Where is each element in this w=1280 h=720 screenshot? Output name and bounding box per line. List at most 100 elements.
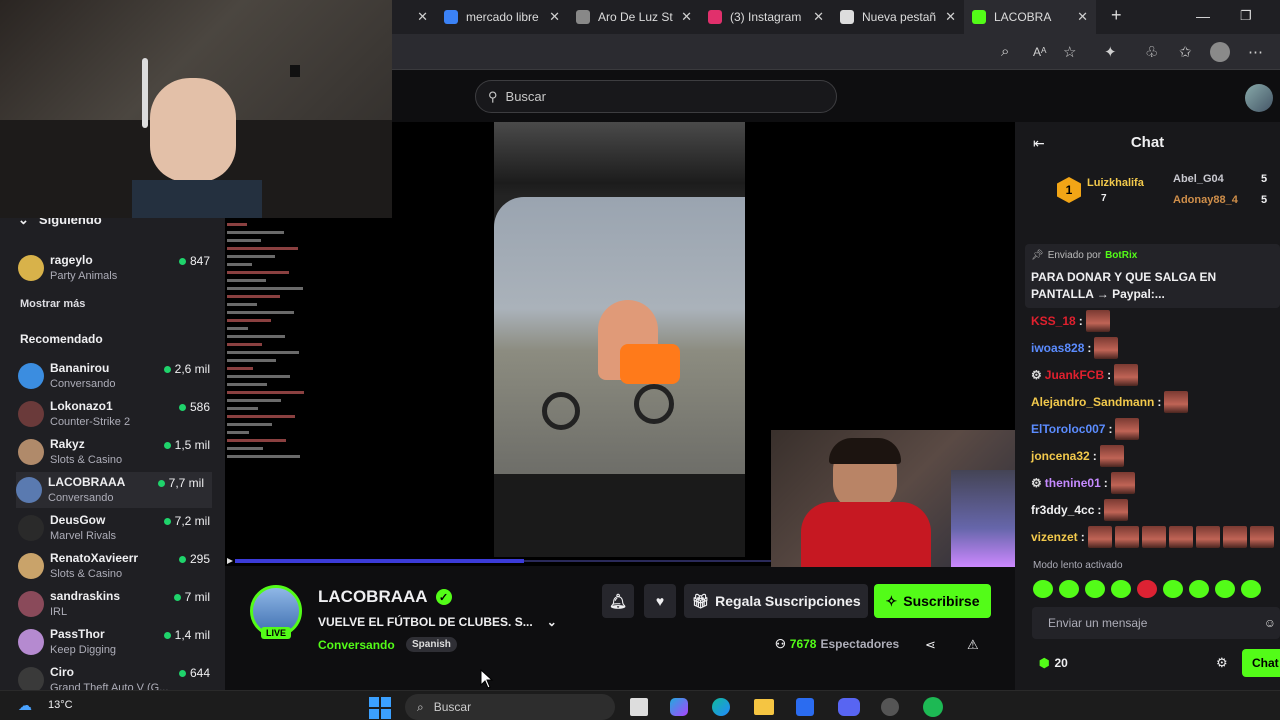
profile-avatar[interactable] xyxy=(1210,42,1230,62)
store-icon[interactable] xyxy=(796,698,814,716)
taskbar-search[interactable]: ⌕ Buscar xyxy=(405,694,615,720)
chat-username[interactable]: iwoas828 xyxy=(1031,341,1084,355)
favorite-star-icon[interactable]: ☆ xyxy=(1063,43,1076,61)
close-tab-icon[interactable]: ✕ xyxy=(549,9,560,25)
extensions-icon[interactable]: ✦ xyxy=(1104,43,1117,61)
follow-button[interactable]: ♥ xyxy=(644,584,676,618)
new-tab-icon[interactable]: + xyxy=(1111,5,1122,26)
language-tag[interactable]: Spanish xyxy=(406,637,457,652)
third-gifter-name[interactable]: Adonay88_4 xyxy=(1173,194,1238,206)
restore-icon[interactable]: ❐ xyxy=(1240,8,1252,24)
browser-tab[interactable]: Aro De Luz Str ✕ xyxy=(568,0,700,34)
copilot-icon[interactable]: ♧ xyxy=(1145,43,1158,61)
live-dot-icon xyxy=(157,479,165,487)
weather-icon[interactable]: ☁ xyxy=(18,697,32,714)
sidebar-channel[interactable]: sandraskins IRL 7 mil xyxy=(18,586,218,622)
chat-username[interactable]: fr3ddy_4cc xyxy=(1031,503,1094,517)
sidebar-channel[interactable]: LACOBRAAA Conversando 7,7 mil xyxy=(16,472,212,508)
browser-tab[interactable]: (3) Instagram ✕ xyxy=(700,0,832,34)
favorites-icon[interactable]: ✩ xyxy=(1179,43,1192,61)
send-chat-button[interactable]: Chat xyxy=(1242,649,1280,677)
pinned-label: Enviado por xyxy=(1047,250,1102,261)
discord-icon[interactable] xyxy=(838,698,860,716)
file-explorer-icon[interactable] xyxy=(754,699,774,715)
read-aloud-icon[interactable]: Aᴬ xyxy=(1033,45,1046,59)
browser-tab[interactable]: Nueva pestañ ✕ xyxy=(832,0,964,34)
start-menu-icon[interactable] xyxy=(369,697,391,719)
spotify-icon[interactable] xyxy=(923,697,943,717)
chat-username[interactable]: joncena32 xyxy=(1031,449,1090,463)
overlay-chat-line xyxy=(227,287,303,290)
task-view-icon[interactable] xyxy=(630,698,648,716)
chat-username[interactable]: vizenzet xyxy=(1031,530,1078,544)
browser-tab[interactable]: mercado libre ✕ xyxy=(436,0,568,34)
tab-favicon-icon xyxy=(972,10,986,24)
browser-tab[interactable]: ✕ xyxy=(392,0,436,34)
sidebar-channel[interactable]: RenatoXavieerr Slots & Casino 295 xyxy=(18,548,218,584)
overlay-chat-line xyxy=(227,335,285,338)
gift-subs-button[interactable]: 🎁︎ Regala Suscripciones xyxy=(684,584,868,618)
chat-username[interactable]: JuankFCB xyxy=(1045,368,1104,382)
subscribe-button[interactable]: ✧ Suscribirse xyxy=(874,584,991,618)
close-tab-icon[interactable]: ✕ xyxy=(681,9,692,25)
report-icon[interactable]: ⚠ xyxy=(967,637,979,653)
second-gifter-name[interactable]: Abel_G04 xyxy=(1173,173,1224,185)
sidebar-channel[interactable]: DeusGow Marvel Rivals 7,2 mil xyxy=(18,510,218,546)
sidebar-channel[interactable]: PassThor Keep Digging 1,4 mil xyxy=(18,624,218,660)
zoom-icon[interactable]: ⌕ xyxy=(1001,43,1009,60)
close-tab-icon[interactable]: ✕ xyxy=(813,9,824,25)
emote[interactable] xyxy=(1085,580,1105,598)
emote[interactable] xyxy=(1215,580,1235,598)
chat-input[interactable]: Enviar un mensaje ☺ xyxy=(1032,607,1280,639)
live-dot-icon xyxy=(163,517,171,525)
sidebar-channel[interactable]: Lokonazo1 Counter-Strike 2 586 xyxy=(18,396,218,432)
chat-message: ⚙ thenine01: xyxy=(1031,472,1135,494)
top-gifter-count: 7 xyxy=(1101,193,1107,204)
channel-name[interactable]: LACOBRAAA xyxy=(318,587,428,607)
close-tab-icon[interactable]: ✕ xyxy=(945,9,956,25)
emote[interactable] xyxy=(1033,580,1053,598)
emote[interactable] xyxy=(1111,580,1131,598)
share-icon[interactable]: ⋖ xyxy=(925,637,936,653)
more-icon[interactable]: ⋯ xyxy=(1248,43,1263,61)
show-more-link[interactable]: Mostrar más xyxy=(20,298,85,310)
minimize-icon[interactable]: — xyxy=(1196,8,1210,24)
emote[interactable] xyxy=(1137,580,1157,598)
edge-icon[interactable] xyxy=(712,698,730,716)
chevron-down-icon[interactable]: ⌄ xyxy=(547,615,557,629)
channel-avatar xyxy=(18,553,44,579)
sidebar-channel[interactable]: Bananirou Conversando 2,6 mil xyxy=(18,358,218,394)
emote[interactable] xyxy=(1163,580,1183,598)
copilot-taskbar-icon[interactable] xyxy=(670,698,688,716)
close-tab-icon[interactable]: ✕ xyxy=(417,9,428,25)
chat-username[interactable]: ElToroloc007 xyxy=(1031,422,1105,436)
overlay-chat-line xyxy=(227,303,257,306)
notification-bell-button[interactable]: 🔔︎ xyxy=(602,584,634,618)
weather-temp[interactable]: 13°C xyxy=(48,699,73,711)
live-dot-icon xyxy=(178,669,186,677)
video-progress[interactable] xyxy=(225,557,771,565)
emote[interactable] xyxy=(1189,580,1209,598)
play-icon xyxy=(227,558,233,564)
channel-points[interactable]: ⬢ 20 xyxy=(1039,656,1068,670)
search-bar[interactable]: ⚲ Buscar xyxy=(475,80,837,113)
chat-emote xyxy=(1168,526,1193,548)
emote[interactable] xyxy=(1241,580,1261,598)
browser-tab[interactable]: LACOBRA ✕ xyxy=(964,0,1096,34)
sidebar-channel[interactable]: Rakyz Slots & Casino 1,5 mil xyxy=(18,434,218,470)
emote[interactable] xyxy=(1059,580,1079,598)
obs-icon[interactable] xyxy=(881,698,899,716)
overlay-chat-line xyxy=(227,431,249,434)
stream-category[interactable]: Conversando xyxy=(318,638,395,652)
pinned-message[interactable]: 📌︎ Enviado por BotRix PARA DONAR Y QUE S… xyxy=(1025,244,1280,308)
close-tab-icon[interactable]: ✕ xyxy=(1077,9,1088,25)
chat-username[interactable]: thenine01 xyxy=(1045,476,1101,490)
emoji-icon[interactable]: ☺ xyxy=(1264,616,1276,630)
chat-username[interactable]: Alejandro_Sandmann xyxy=(1031,395,1154,409)
top-gifter-name[interactable]: Luizkhalifa xyxy=(1087,177,1144,189)
channel-category: Keep Digging xyxy=(50,644,117,656)
sidebar-channel[interactable]: rageylo Party Animals 847 xyxy=(18,250,218,286)
chat-username[interactable]: KSS_18 xyxy=(1031,314,1076,328)
settings-gear-icon[interactable]: ⚙ xyxy=(1216,655,1228,671)
user-avatar[interactable] xyxy=(1245,84,1273,112)
